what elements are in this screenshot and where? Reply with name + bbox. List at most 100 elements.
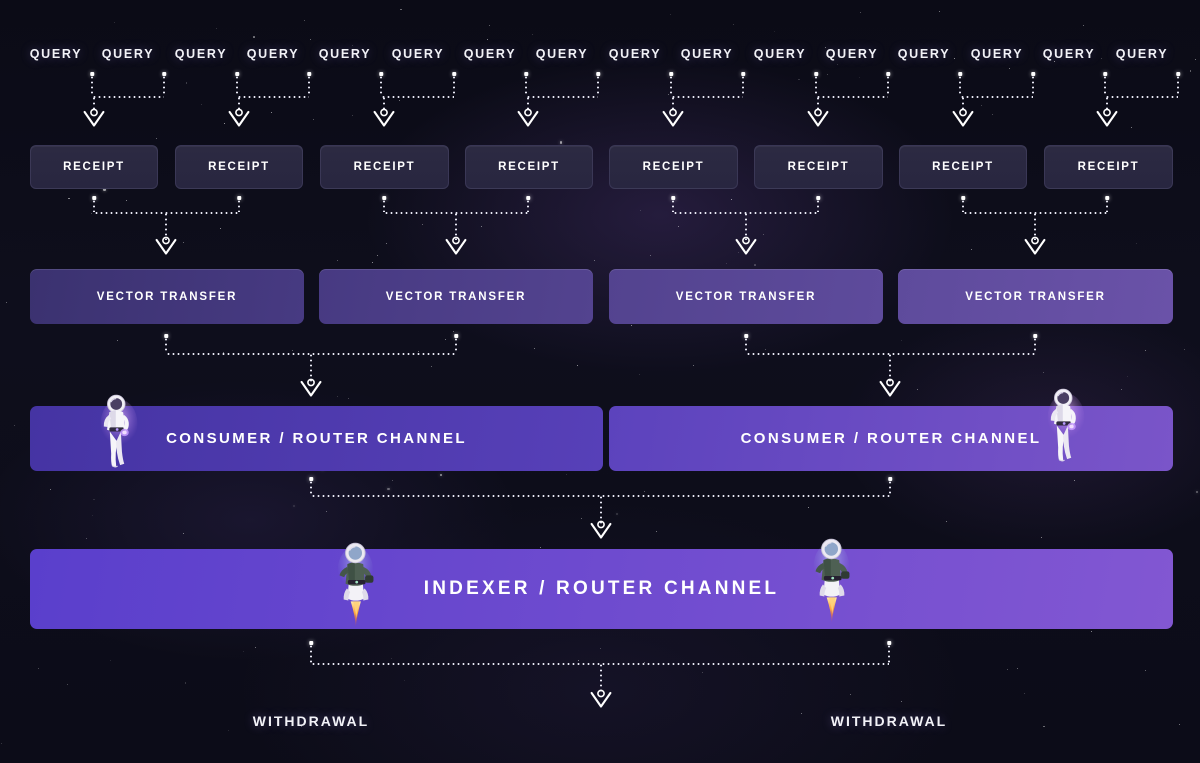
star	[1121, 388, 1123, 390]
star	[981, 104, 983, 106]
star	[219, 228, 221, 230]
vector-transfer-box[interactable]: VECTOR TRANSFER	[319, 269, 593, 324]
arrowhead-icon	[662, 103, 684, 134]
connector-vertical	[815, 75, 817, 96]
query-label: QUERY	[174, 47, 228, 61]
query-label: QUERY	[897, 47, 951, 61]
star	[292, 350, 294, 352]
connector-rail	[671, 96, 743, 98]
connector-vertical	[1106, 199, 1108, 212]
indexer-router-channel-bar[interactable]: INDEXER / ROUTER CHANNEL	[30, 549, 1173, 629]
star	[1023, 692, 1025, 694]
connector-vertical	[310, 480, 312, 495]
diagram-canvas: QUERY QUERY QUERY QUERY QUERY QUERY QUERY QUERY…	[0, 0, 1200, 763]
star	[352, 114, 354, 116]
star	[227, 729, 229, 731]
star	[640, 209, 642, 211]
connector-vertical	[670, 75, 672, 96]
connector-vertical	[453, 75, 455, 96]
connector-rail	[816, 96, 888, 98]
star	[693, 364, 695, 366]
star	[726, 262, 728, 264]
receipt-box[interactable]: RECEIPT	[754, 145, 883, 189]
star	[576, 364, 578, 366]
star	[900, 339, 902, 341]
star	[1101, 58, 1103, 60]
star	[185, 82, 188, 84]
star	[444, 338, 446, 340]
star	[125, 199, 127, 201]
star	[1009, 67, 1011, 69]
query-label: QUERY	[1042, 47, 1096, 61]
receipt-box[interactable]: RECEIPT	[320, 145, 449, 189]
connector-vertical	[310, 644, 312, 663]
arrowhead-icon	[735, 231, 757, 262]
query-label: QUERY	[246, 47, 300, 61]
star	[93, 498, 95, 500]
star	[1083, 25, 1085, 27]
star	[938, 10, 940, 12]
star	[399, 99, 401, 101]
star	[270, 112, 272, 114]
star	[669, 14, 671, 15]
star	[800, 713, 802, 714]
star	[860, 12, 862, 14]
vector-transfer-box[interactable]: VECTOR TRANSFER	[609, 269, 883, 324]
star	[372, 261, 374, 263]
star	[773, 31, 775, 33]
star	[347, 397, 349, 399]
star	[566, 473, 568, 475]
star	[337, 259, 339, 261]
vector-transfer-box[interactable]: VECTOR TRANSFER	[898, 269, 1173, 324]
connector-rail	[960, 96, 1033, 98]
query-label: QUERY	[463, 47, 517, 61]
arrowhead-icon	[1096, 103, 1118, 134]
query-label: QUERY	[1115, 47, 1169, 61]
star	[0, 743, 2, 745]
consumer-router-channel-bar[interactable]: CONSUMER / ROUTER CHANNEL	[609, 406, 1173, 471]
connector-vertical	[308, 75, 310, 96]
arrowhead-icon	[445, 231, 467, 262]
star	[1178, 723, 1180, 725]
withdrawal-label: WITHDRAWAL	[830, 713, 948, 729]
star	[732, 24, 734, 26]
receipt-box[interactable]: RECEIPT	[465, 145, 593, 189]
query-label: QUERY	[608, 47, 662, 61]
astronaut-floating-right	[1043, 386, 1085, 475]
connector-vertical	[238, 199, 240, 212]
star	[325, 511, 327, 513]
star	[534, 348, 536, 350]
receipt-box[interactable]: RECEIPT	[609, 145, 738, 189]
star	[677, 225, 679, 227]
star	[488, 24, 490, 26]
connector-vertical	[383, 199, 385, 212]
star	[656, 531, 657, 533]
receipt-box[interactable]: RECEIPT	[899, 145, 1027, 189]
star	[293, 504, 296, 507]
connector-vertical	[817, 199, 819, 212]
star	[798, 78, 800, 81]
arrowhead-icon	[879, 373, 901, 404]
vector-transfer-box[interactable]: VECTOR TRANSFER	[30, 269, 304, 324]
star	[303, 20, 305, 22]
receipt-box[interactable]: RECEIPT	[30, 145, 158, 189]
star	[67, 684, 68, 686]
star	[1189, 70, 1192, 72]
star	[532, 34, 534, 36]
star	[390, 658, 392, 660]
star	[310, 38, 312, 40]
star	[1091, 630, 1093, 632]
star	[900, 701, 902, 703]
star	[86, 537, 88, 539]
connector-vertical	[380, 75, 382, 96]
receipt-box[interactable]: RECEIPT	[1044, 145, 1173, 189]
connector-vertical	[1034, 337, 1036, 353]
star	[1016, 667, 1018, 669]
arrowhead-icon	[155, 231, 177, 262]
connector-rail	[237, 96, 309, 98]
query-label: QUERY	[970, 47, 1024, 61]
star	[616, 512, 619, 515]
connector-vertical	[887, 75, 889, 96]
receipt-box[interactable]: RECEIPT	[175, 145, 303, 189]
star	[242, 650, 244, 652]
